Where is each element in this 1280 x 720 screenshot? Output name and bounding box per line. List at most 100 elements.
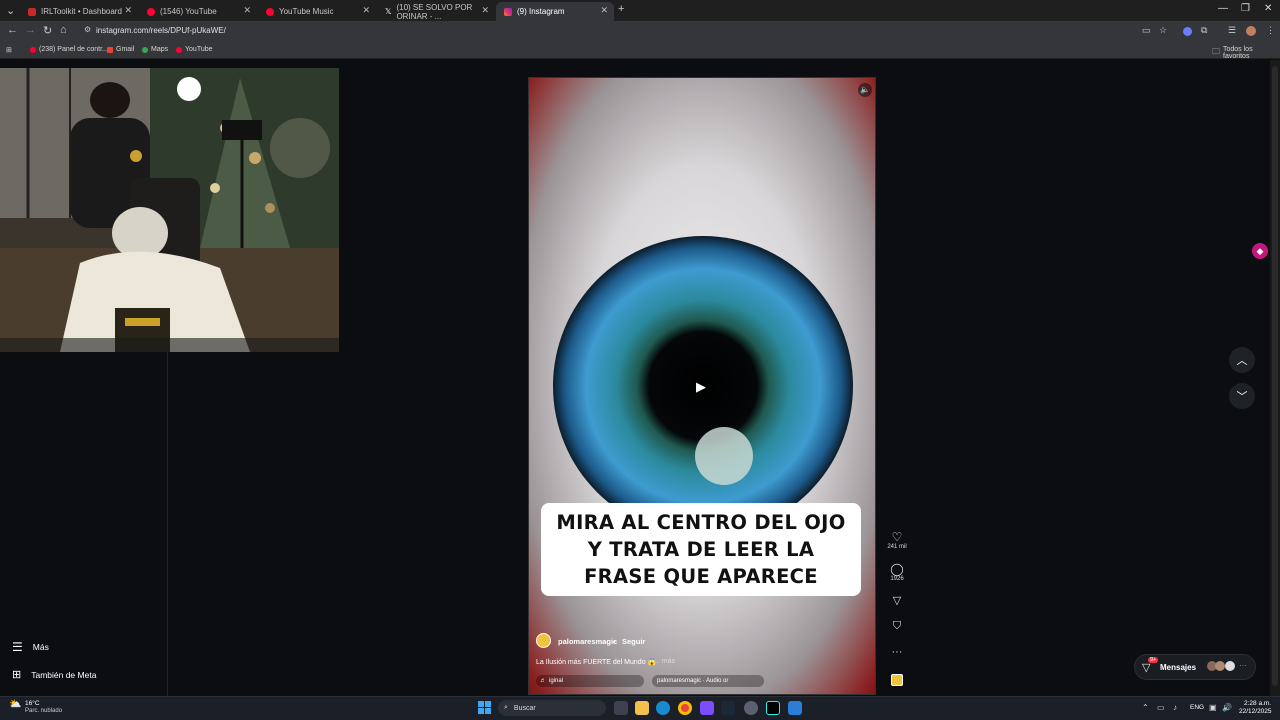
previous-reel-button[interactable]: ︿	[1229, 347, 1255, 373]
bookmark-panel[interactable]: (238) Panel de contr...	[30, 46, 108, 53]
sidebar-also-from-meta[interactable]: ⊞ También de Meta	[12, 668, 96, 681]
close-icon[interactable]: ✕	[362, 5, 370, 16]
like-count: 241 mil	[887, 544, 907, 550]
back-icon[interactable]: ←	[7, 24, 18, 36]
close-icon[interactable]: ✕	[600, 5, 608, 16]
extension-icon[interactable]	[1183, 27, 1192, 36]
youtube-favicon-icon	[147, 7, 155, 16]
chevron-down-icon: ﹀	[1236, 391, 1248, 403]
meta-grid-icon: ⊞	[12, 669, 22, 681]
tab-instagram[interactable]: (9) Instagram ✕	[496, 2, 614, 21]
home-icon[interactable]: ⌂	[60, 24, 67, 36]
more-link[interactable]: ... más	[654, 658, 675, 665]
extensions-puzzle-icon[interactable]: ⧉	[1201, 25, 1207, 36]
bookmark-maps[interactable]: Maps	[142, 46, 168, 53]
sidebar-meta-label: También de Meta	[31, 669, 97, 680]
profile-avatar[interactable]	[1246, 26, 1256, 36]
taskbar-search[interactable]: ⌕ Buscar	[498, 700, 606, 716]
forward-icon[interactable]: →	[25, 24, 36, 36]
bookmark-label: (238) Panel de contr...	[39, 46, 108, 53]
cast-icon[interactable]: ▭	[1142, 25, 1151, 36]
microphone-icon[interactable]: ♪	[1173, 703, 1177, 712]
tray-chevron-icon[interactable]: ⌃	[1142, 703, 1149, 712]
clock-time[interactable]: 2:28 a.m.	[1244, 700, 1271, 707]
bookmark-gmail[interactable]: Gmail	[107, 46, 134, 53]
save-bookmark-icon[interactable]: ⛉	[886, 620, 908, 633]
bookmark-label: YouTube	[185, 46, 213, 53]
messages-button[interactable]: ▽ 9+ Mensajes ···	[1134, 654, 1256, 680]
tab-irltoolkit[interactable]: IRLToolkit • Dashboard ✕	[20, 2, 138, 21]
tab-search-icon[interactable]: ⌄	[6, 4, 15, 17]
tab-youtube-music[interactable]: YouTube Music ✕	[258, 2, 376, 21]
webcam-overlay	[0, 68, 339, 352]
music-note-icon: ♬	[540, 678, 546, 684]
steam-icon[interactable]	[721, 701, 735, 715]
reload-icon[interactable]: ↻	[43, 24, 52, 37]
bookmark-youtube[interactable]: YouTube	[176, 46, 213, 53]
speaker-icon[interactable]: 🔊	[1222, 703, 1232, 712]
follow-button[interactable]: Seguir	[622, 637, 645, 646]
youtube-icon	[30, 46, 36, 53]
youtube-music-favicon-icon	[266, 7, 274, 16]
new-tab-button[interactable]: +	[618, 3, 624, 15]
tab-youtube[interactable]: (1546) YouTube ✕	[139, 2, 257, 21]
address-bar[interactable]: instagram.com/reels/DPUf-pUkaWE/	[96, 26, 226, 35]
tiktok-icon[interactable]	[766, 701, 780, 715]
close-icon[interactable]: ✕	[243, 5, 251, 16]
comment-icon: ◯	[890, 562, 904, 576]
tab-x[interactable]: 𝕏 (10) SE SOLVO POR ORINAR - ... ✕	[377, 2, 495, 21]
edge-icon[interactable]	[656, 701, 670, 715]
app-icon[interactable]	[700, 701, 714, 715]
more-options-icon[interactable]: ···	[886, 646, 908, 658]
close-icon[interactable]: ✕	[481, 5, 489, 16]
maps-icon	[142, 46, 148, 53]
youtube-icon	[176, 46, 182, 53]
play-icon[interactable]: ▶	[696, 379, 706, 395]
minimize-icon[interactable]: —	[1218, 3, 1228, 14]
clock-date[interactable]: 22/12/2025	[1239, 708, 1272, 715]
sidebar-icon[interactable]: ☰	[1228, 25, 1236, 36]
tray-app-icon[interactable]: ▭	[1157, 703, 1165, 712]
author-avatar[interactable]	[536, 633, 551, 648]
site-info-icon[interactable]: ⚙	[84, 25, 91, 34]
all-favorites[interactable]: 🗀 Todos los favoritos	[1212, 46, 1280, 60]
share-icon[interactable]: ▽	[886, 594, 908, 607]
favorites-label: Todos los favoritos	[1223, 46, 1253, 60]
scrollbar-thumb[interactable]	[1272, 66, 1278, 686]
language-indicator[interactable]: ENG	[1190, 704, 1204, 711]
contact-avatar	[1215, 661, 1225, 671]
comment-action[interactable]: ◯ 1926	[886, 562, 908, 582]
task-view-icon[interactable]	[614, 701, 628, 715]
apps-grid-icon[interactable]: ⊞	[6, 46, 12, 54]
weather-icon[interactable]: ⛅	[9, 699, 21, 710]
menu-kebab-icon[interactable]: ⋮	[1266, 25, 1275, 36]
obs-icon[interactable]	[744, 701, 758, 715]
audio-pill-right[interactable]: palomaresmagic · Audio or	[652, 675, 764, 687]
audio-cover-thumbnail[interactable]	[891, 674, 903, 686]
sidebar-more[interactable]: ☰ Más	[12, 640, 49, 654]
close-window-icon[interactable]: ✕	[1264, 3, 1272, 14]
network-icon[interactable]: ▣	[1209, 703, 1217, 712]
bookmark-label: Gmail	[116, 46, 135, 53]
close-icon[interactable]: ✕	[124, 5, 132, 16]
author-username[interactable]: palomaresmagic	[558, 637, 617, 646]
app-icon[interactable]	[788, 701, 802, 715]
folder-icon: 🗀	[1212, 47, 1220, 56]
sidebar-more-label: Más	[32, 642, 49, 652]
audio-pill[interactable]: ♬ iginal	[536, 675, 644, 687]
weather-desc: Parc. nublado	[25, 708, 63, 714]
page-scrollbar[interactable]	[1270, 60, 1280, 696]
reel-description: La Ilusión más FUERTE del Mundo 😱	[536, 659, 657, 666]
x-logo-icon: 𝕏	[385, 7, 392, 16]
next-reel-button[interactable]: ﹀	[1229, 383, 1255, 409]
chrome-icon[interactable]	[678, 701, 692, 715]
reel-caption-overlay: MIRA AL CENTRO DEL OJO Y TRATA DE LEER L…	[541, 503, 861, 596]
bookmark-star-icon[interactable]: ☆	[1159, 25, 1167, 36]
restore-icon[interactable]: ❐	[1241, 3, 1250, 14]
volume-icon[interactable]: 🔈	[858, 83, 872, 97]
file-explorer-icon[interactable]	[635, 701, 649, 715]
floating-extension-icon[interactable]: ◆	[1252, 243, 1268, 259]
like-action[interactable]: ♡ 241 mil	[886, 530, 908, 550]
windows-start-icon[interactable]	[478, 701, 491, 714]
instagram-favicon-icon	[504, 7, 512, 16]
